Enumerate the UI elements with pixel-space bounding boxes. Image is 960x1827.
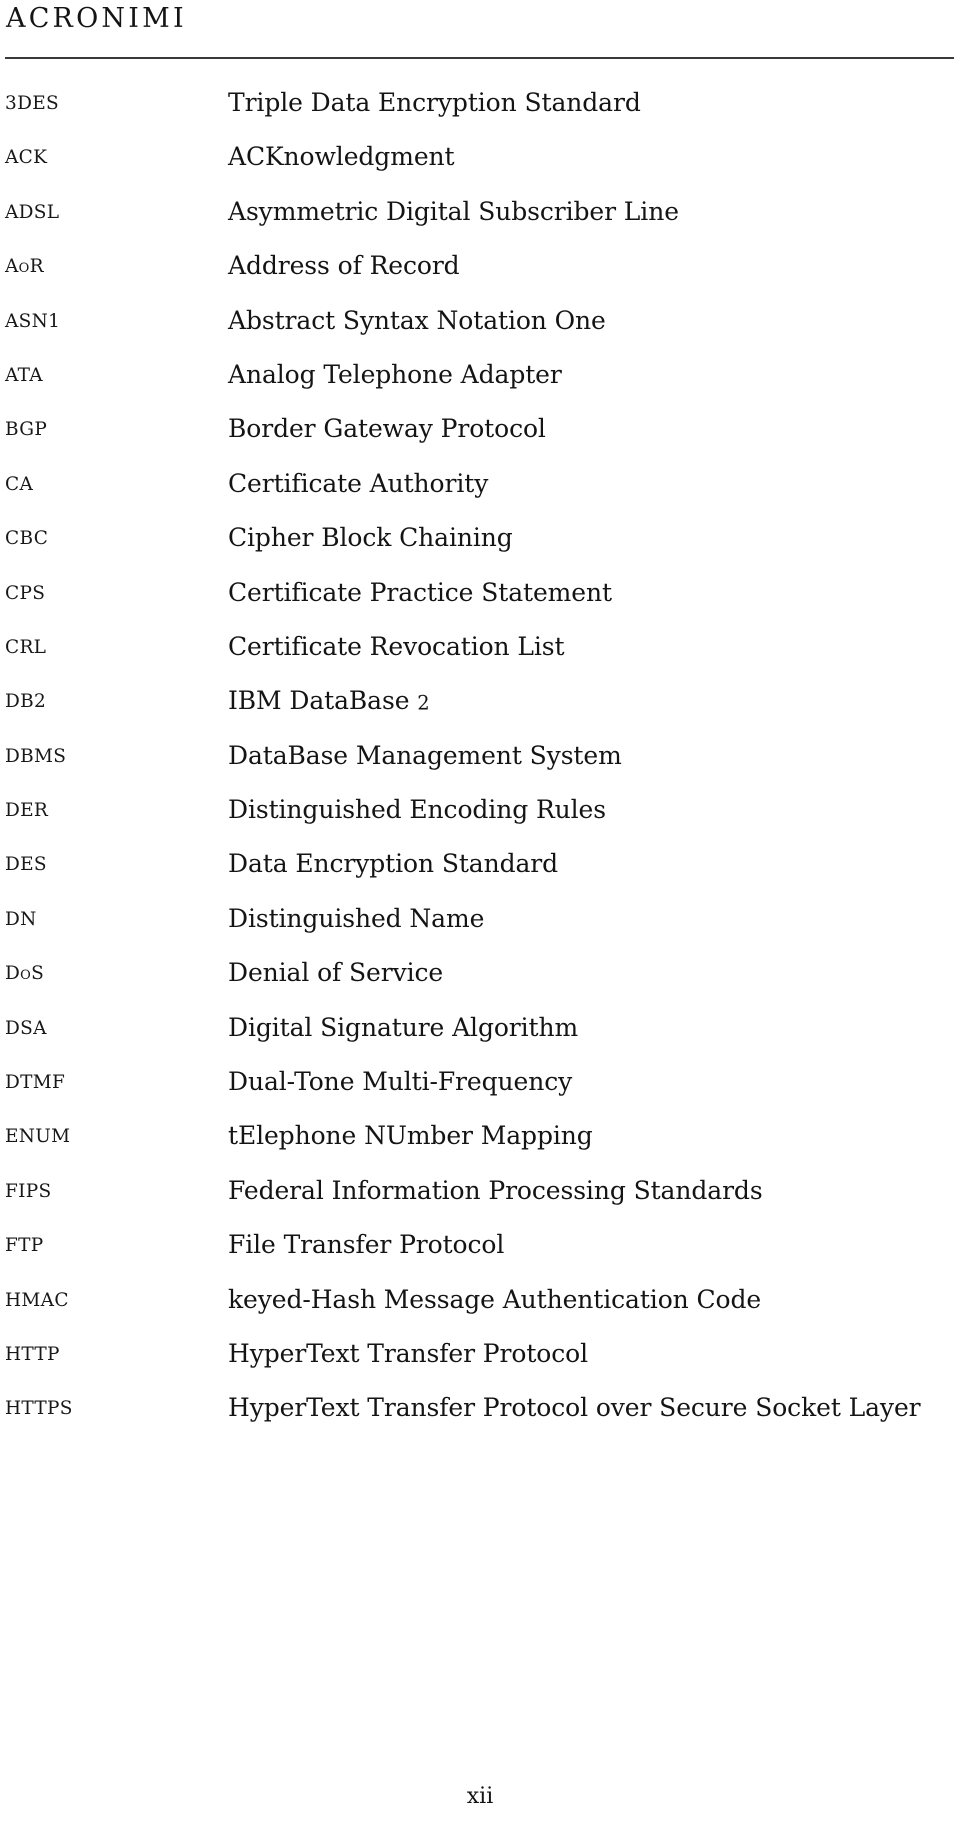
- acronym-row: DER Distinguished Encoding Rules: [0, 793, 960, 847]
- acronym-definition: Analog Telephone Adapter: [228, 359, 562, 389]
- acronym-row: HTTPS HyperText Transfer Protocol over Se…: [0, 1391, 960, 1445]
- acronym-definition: Certificate Revocation List: [228, 631, 565, 661]
- acronym-definition: Federal Information Processing Standards: [228, 1175, 763, 1205]
- acronym-term: ACK: [5, 147, 48, 169]
- acronym-definition: Triple Data Encryption Standard: [228, 88, 641, 117]
- acronym-term: ATA: [5, 364, 43, 386]
- acronym-row: ATA Analog Telephone Adapter: [0, 358, 960, 412]
- acronym-row: FIPS Federal Information Processing Stand…: [0, 1174, 960, 1228]
- acronym-term: HMAC: [5, 1289, 69, 1311]
- acronym-term: DTMF: [5, 1072, 66, 1094]
- acronym-term: DoS: [5, 963, 45, 985]
- acronyms-page: ACRONIMI 3DES Triple Data Encryption Stan…: [0, 0, 960, 1827]
- acronym-term: FIPS: [5, 1180, 52, 1202]
- acronym-definition: Abstract Syntax Notation One: [228, 305, 606, 335]
- acronym-term: CA: [5, 473, 34, 495]
- acronym-row: CBC Cipher Block Chaining: [0, 521, 960, 575]
- acronym-definition: Distinguished Name: [228, 903, 485, 933]
- acronym-term: CBC: [5, 528, 49, 550]
- acronym-row: DB2 IBM DataBase 2: [0, 684, 960, 738]
- acronym-definition: File Transfer Protocol: [228, 1230, 505, 1260]
- acronym-definition: Dual-Tone Multi-Frequency: [228, 1067, 573, 1097]
- acronym-definition: tElephone NUmber Mapping: [228, 1121, 593, 1151]
- acronym-term: ENUM: [5, 1126, 71, 1148]
- acronym-definition: HyperText Transfer Protocol: [228, 1338, 588, 1368]
- acronym-row: BGP Border Gateway Protocol: [0, 412, 960, 466]
- acronym-definition: Border Gateway Protocol: [228, 414, 546, 444]
- page-title: ACRONIMI: [6, 3, 187, 34]
- title-divider: [5, 57, 954, 59]
- acronym-term: 3DES: [5, 93, 59, 114]
- acronym-row: ENUM tElephone NUmber Mapping: [0, 1119, 960, 1173]
- acronym-term: DBMS: [5, 745, 67, 767]
- acronym-list: 3DES Triple Data Encryption Standard ACK AC…: [0, 86, 960, 1446]
- acronym-definition: keyed-Hash Message Authentication Code: [228, 1284, 762, 1314]
- acronym-term: AoR: [5, 256, 44, 278]
- acronym-term: ADSL: [5, 201, 60, 223]
- acronym-term: DER: [5, 800, 49, 822]
- acronym-definition: DataBase Management System: [228, 740, 622, 770]
- page-number: xii: [466, 1784, 494, 1809]
- acronym-definition: IBM DataBase 2: [228, 686, 430, 716]
- acronym-term: DB2: [5, 691, 47, 713]
- acronym-definition: Distinguished Encoding Rules: [228, 795, 606, 825]
- acronym-row: ASN1 Abstract Syntax Notation One: [0, 304, 960, 358]
- acronym-row: DTMF Dual-Tone Multi-Frequency: [0, 1065, 960, 1119]
- acronym-row: DBMS DataBase Management System: [0, 739, 960, 793]
- acronym-term: DN: [5, 908, 37, 930]
- acronym-definition: ACKnowledgment: [228, 142, 455, 172]
- acronym-definition: Certificate Practice Statement: [228, 577, 612, 607]
- acronym-definition: Digital Signature Algorithm: [228, 1012, 579, 1042]
- acronym-row: DSA Digital Signature Algorithm: [0, 1011, 960, 1065]
- acronym-term: HTTPS: [5, 1398, 73, 1420]
- acronym-term: FTP: [5, 1235, 44, 1257]
- acronym-definition: Cipher Block Chaining: [228, 523, 513, 553]
- acronym-row: ADSL Asymmetric Digital Subscriber Line: [0, 195, 960, 249]
- acronym-term: HTTP: [5, 1343, 60, 1365]
- acronym-term: DES: [5, 854, 47, 876]
- acronym-definition: HyperText Transfer Protocol over Secure …: [228, 1393, 921, 1423]
- acronym-row: CRL Certificate Revocation List: [0, 630, 960, 684]
- oldstyle-figure: 2: [417, 691, 430, 715]
- acronym-row: 3DES Triple Data Encryption Standard: [0, 86, 960, 140]
- acronym-row: AoR Address of Record: [0, 249, 960, 303]
- acronym-definition: Address of Record: [228, 251, 460, 281]
- acronym-row: ACK ACKnowledgment: [0, 140, 960, 194]
- acronym-term: CPS: [5, 582, 46, 604]
- acronym-definition: Denial of Service: [228, 958, 444, 988]
- acronym-term: ASN1: [5, 310, 61, 332]
- acronym-row: CA Certificate Authority: [0, 467, 960, 521]
- acronym-row: DN Distinguished Name: [0, 902, 960, 956]
- acronym-term: DSA: [5, 1017, 47, 1039]
- acronym-row: HMAC keyed-Hash Message Authentication Co…: [0, 1283, 960, 1337]
- acronym-definition: Asymmetric Digital Subscriber Line: [228, 196, 679, 226]
- acronym-term: BGP: [5, 419, 48, 441]
- acronym-row: DoS Denial of Service: [0, 956, 960, 1010]
- acronym-row: DES Data Encryption Standard: [0, 847, 960, 901]
- acronym-definition: Data Encryption Standard: [228, 849, 559, 879]
- acronym-row: FTP File Transfer Protocol: [0, 1228, 960, 1282]
- acronym-row: HTTP HyperText Transfer Protocol: [0, 1337, 960, 1391]
- acronym-definition: Certificate Authority: [228, 468, 489, 498]
- acronym-row: CPS Certificate Practice Statement: [0, 576, 960, 630]
- acronym-term: CRL: [5, 636, 47, 658]
